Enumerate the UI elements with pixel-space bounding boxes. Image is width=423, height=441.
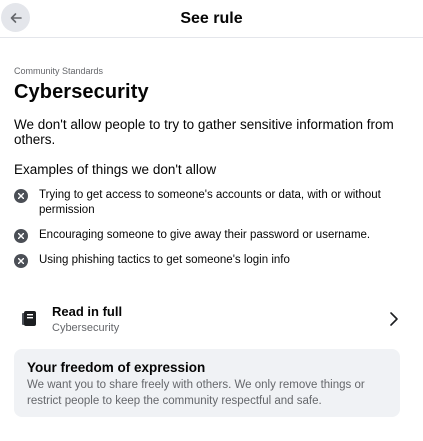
x-circle-icon xyxy=(14,189,28,203)
x-circle-icon xyxy=(14,254,28,268)
read-in-full-subtitle: Cybersecurity xyxy=(52,322,120,334)
chevron-right-icon xyxy=(386,309,402,329)
book-icon xyxy=(16,306,42,332)
example-text: Using phishing tactics to get someone's … xyxy=(39,254,290,266)
example-text: Encouraging someone to give away their p… xyxy=(39,229,371,241)
examples-list: Trying to get access to someone's accoun… xyxy=(14,188,404,268)
rule-content: Community Standards Cybersecurity We don… xyxy=(14,66,404,278)
list-item: Encouraging someone to give away their p… xyxy=(14,228,404,243)
back-button[interactable] xyxy=(1,3,30,32)
rule-kicker: Community Standards xyxy=(14,66,104,76)
list-item: Trying to get access to someone's accoun… xyxy=(14,188,404,218)
read-in-full-title: Read in full xyxy=(52,304,123,319)
x-circle-icon xyxy=(14,229,28,243)
page-title: See rule xyxy=(180,9,243,27)
list-item: Using phishing tactics to get someone's … xyxy=(14,253,404,268)
arrow-left-icon xyxy=(9,11,23,25)
freedom-text: We want you to share freely with others.… xyxy=(27,379,365,407)
read-in-full-link[interactable]: Read in full Cybersecurity xyxy=(14,298,402,340)
examples-heading: Examples of things we don't allow xyxy=(14,162,217,177)
freedom-title: Your freedom of expression xyxy=(27,360,206,375)
rule-title: Cybersecurity xyxy=(14,81,149,103)
rule-description: We don't allow people to try to gather s… xyxy=(14,117,394,147)
header: See rule xyxy=(0,0,423,38)
example-text: Trying to get access to someone's accoun… xyxy=(39,189,381,216)
freedom-of-expression-card: Your freedom of expression We want you t… xyxy=(14,349,400,417)
